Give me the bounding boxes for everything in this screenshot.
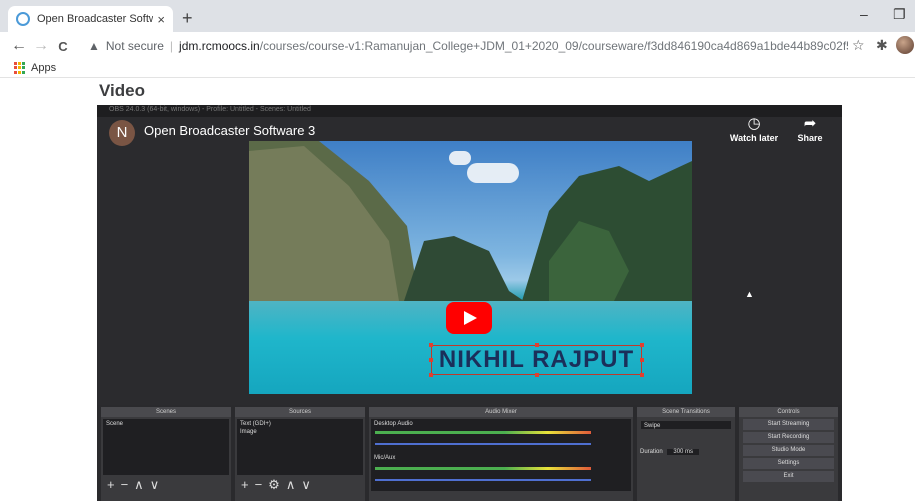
scenes-header: Scenes <box>101 407 231 417</box>
scene-transitions-dock: Scene Transitions Swipe Duration 300 ms <box>637 407 735 501</box>
watch-later-button[interactable]: ◷ Watch later <box>729 115 779 143</box>
scenes-dock: Scenes Scene +−∧∨ <box>101 407 231 501</box>
security-label: Not secure <box>105 39 164 53</box>
duration-field[interactable]: Duration 300 ms <box>637 447 735 455</box>
duration-value[interactable]: 300 ms <box>667 449 700 455</box>
duration-label: Duration <box>640 449 663 455</box>
minimize-button[interactable]: – <box>860 6 868 22</box>
exit-button[interactable]: Exit <box>743 471 834 482</box>
mic-aux-meter <box>375 467 591 470</box>
address-bar[interactable]: ▲ Not secure | jdm.rcmoocs.in/courses/co… <box>88 36 848 56</box>
channel-avatar[interactable]: N <box>109 120 135 146</box>
mic-aux-label: Mic/Aux <box>374 455 396 461</box>
scene-item[interactable]: Scene <box>103 419 229 427</box>
share-label: Share <box>797 133 823 143</box>
resize-handle[interactable] <box>429 343 433 347</box>
sources-header: Sources <box>235 407 365 417</box>
resize-handle[interactable] <box>535 343 539 347</box>
resize-handle[interactable] <box>535 373 539 377</box>
clock-icon: ◷ <box>747 115 761 132</box>
controls-header: Controls <box>739 407 838 417</box>
desktop-audio-meter <box>375 431 591 434</box>
name-overlay-text: NIKHIL RAJPUT <box>438 346 635 373</box>
extensions-icon[interactable]: ✱ <box>876 37 888 54</box>
sources-dock: Sources Text (GDI+) Image +−⚙∧∨ <box>235 407 365 501</box>
favicon-icon <box>16 12 30 26</box>
mic-aux-slider[interactable] <box>375 479 591 481</box>
url-path: /courses/course-v1:Ramanujan_College+JDM… <box>259 39 848 53</box>
resize-handle[interactable] <box>640 373 644 377</box>
apps-grid-icon <box>14 62 26 74</box>
resize-handle[interactable] <box>429 373 433 377</box>
warning-icon: ▲ <box>88 39 100 53</box>
resize-handle[interactable] <box>640 358 644 362</box>
play-button[interactable] <box>446 302 492 334</box>
resize-handle[interactable] <box>640 343 644 347</box>
mouse-cursor-icon: ▲ <box>745 289 754 299</box>
share-arrow-icon: ➦ <box>803 115 817 132</box>
video-player[interactable]: OBS 24.0.3 (64-bit, windows) - Profile: … <box>97 105 842 501</box>
resize-handle[interactable] <box>429 358 433 362</box>
settings-button[interactable]: Settings <box>743 458 834 469</box>
sources-list[interactable]: Text (GDI+) Image <box>237 419 363 475</box>
audio-mixer-dock: Audio Mixer Desktop Audio Mic/Aux <box>369 407 633 501</box>
new-tab-button[interactable]: + <box>182 8 193 29</box>
desktop-audio-slider[interactable] <box>375 443 591 445</box>
tab-title: Open Broadcaster Software 3 | C <box>37 13 154 25</box>
source-item[interactable]: Text (GDI+) <box>237 419 363 427</box>
bookmarks-bar: Apps <box>0 60 915 78</box>
restore-button[interactable]: ❐ <box>893 6 906 23</box>
bookmark-star-icon[interactable]: ☆ <box>852 37 865 54</box>
forward-button[interactable]: → <box>30 37 52 55</box>
separator: | <box>169 39 174 53</box>
tab-strip: Open Broadcaster Software 3 | C × + – ❐ <box>0 0 915 32</box>
controls-dock: Controls Start Streaming Start Recording… <box>739 407 838 501</box>
profile-avatar[interactable] <box>896 36 914 54</box>
video-title[interactable]: Open Broadcaster Software 3 <box>144 123 315 138</box>
sources-toolbar[interactable]: +−⚙∧∨ <box>241 477 317 493</box>
source-item[interactable]: Image <box>237 427 363 435</box>
studio-mode-button[interactable]: Studio Mode <box>743 445 834 456</box>
obs-window-title: OBS 24.0.3 (64-bit, windows) - Profile: … <box>109 106 311 113</box>
start-streaming-button[interactable]: Start Streaming <box>743 419 834 430</box>
watch-later-label: Watch later <box>729 133 779 143</box>
back-button[interactable]: ← <box>8 37 30 55</box>
scene-transitions-header: Scene Transitions <box>637 407 735 417</box>
apps-bookmark[interactable]: Apps <box>14 62 56 74</box>
obs-docks: Scenes Scene +−∧∨ Sources Text (GDI+) Im… <box>97 405 842 501</box>
desktop-audio-label: Desktop Audio <box>374 421 413 427</box>
browser-tab[interactable]: Open Broadcaster Software 3 | C × <box>8 6 173 32</box>
url-host: jdm.rcmoocs.in <box>179 39 260 53</box>
mixer-body: Desktop Audio Mic/Aux <box>371 419 631 491</box>
apps-label: Apps <box>31 62 57 74</box>
page-title: Video <box>99 81 145 100</box>
tab-close-button[interactable]: × <box>157 12 165 27</box>
transition-select[interactable]: Swipe <box>641 421 731 429</box>
scenes-list[interactable]: Scene <box>103 419 229 475</box>
scenes-toolbar[interactable]: +−∧∨ <box>107 477 165 493</box>
audio-mixer-header: Audio Mixer <box>369 407 633 417</box>
share-button[interactable]: ➦ Share <box>792 115 828 143</box>
reload-button[interactable]: C <box>52 39 74 54</box>
start-recording-button[interactable]: Start Recording <box>743 432 834 443</box>
browser-toolbar: ← → C ▲ Not secure | jdm.rcmoocs.in/cour… <box>0 32 915 60</box>
